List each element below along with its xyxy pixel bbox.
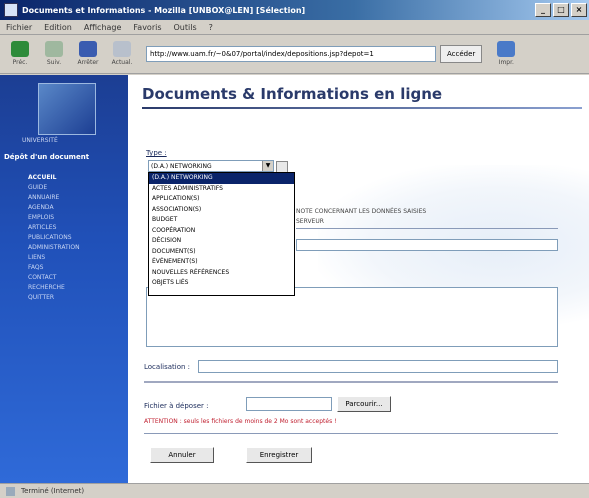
menu-item-favorites[interactable]: Favoris [127, 23, 167, 32]
localisation-field[interactable] [198, 360, 558, 373]
dropdown-option[interactable]: DÉCISION [149, 236, 294, 247]
stop-button[interactable]: Arrêter [72, 37, 104, 71]
main-content: Documents & Informations en ligne Type :… [128, 75, 589, 483]
sidebar-item[interactable]: AGENDA [28, 203, 80, 213]
menu-item-help[interactable]: ? [203, 23, 219, 32]
page-title: Documents & Informations en ligne [142, 85, 443, 103]
forward-arrow-icon [45, 41, 63, 57]
dropdown-option[interactable]: DOCUMENT(S) [149, 247, 294, 258]
divider [296, 228, 558, 229]
sidebar-item[interactable]: ACCUEIL [28, 173, 80, 183]
back-label: Préc. [12, 59, 28, 66]
browser-icon [4, 3, 18, 17]
dropdown-option[interactable]: COOPÉRATION [149, 226, 294, 237]
refresh-icon [113, 41, 131, 57]
status-bar: Terminé (Internet) [0, 483, 589, 498]
description-textarea[interactable] [146, 287, 558, 347]
address-bar[interactable]: http://www.uam.fr/~0&07/portal/index/dep… [146, 45, 436, 62]
window-title: Documents et Informations - Mozilla [UNB… [22, 5, 306, 15]
sidebar-item[interactable]: LIENS [28, 253, 80, 263]
sidebar: UNIVERSITÉ Dépôt d'un document ACCUEIL G… [0, 75, 128, 483]
dropdown-option[interactable]: NOUVELLES RÉFÉRENCES [149, 268, 294, 279]
divider [144, 433, 558, 434]
menu-item-view[interactable]: Affichage [78, 23, 128, 32]
menu-item-edit[interactable]: Edition [38, 23, 78, 32]
toolbar: Préc. Suiv. Arrêter Actual. http://www.u… [0, 34, 589, 74]
sidebar-item[interactable]: RECHERCHE [28, 283, 80, 293]
localisation-label: Localisation : [144, 363, 191, 371]
site-logo [38, 83, 96, 135]
sidebar-item[interactable]: PUBLICATIONS [28, 233, 80, 243]
refresh-label: Actual. [111, 59, 133, 66]
sidebar-item[interactable]: EMPLOIS [28, 213, 80, 223]
minimize-button[interactable]: _ [535, 3, 551, 17]
title-bar: Documents et Informations - Mozilla [UNB… [0, 0, 589, 20]
close-button[interactable]: × [571, 3, 587, 17]
refresh-button[interactable]: Actual. [106, 37, 138, 71]
sidebar-item[interactable]: CONTACT [28, 273, 80, 283]
dropdown-option[interactable]: ASSOCIATION(S) [149, 205, 294, 216]
page-viewport: UNIVERSITÉ Dépôt d'un document ACCUEIL G… [0, 75, 589, 483]
dropdown-option[interactable]: OBJETS LIÉS [149, 278, 294, 289]
chevron-down-icon[interactable]: ▼ [262, 161, 273, 171]
type-dropdown-list[interactable]: (D.A.) NETWORKING ACTES ADMINISTRATIFS A… [148, 172, 295, 296]
menu-bar: Fichier Edition Affichage Favoris Outils… [0, 20, 589, 35]
file-label: Fichier à déposer : [144, 402, 209, 410]
go-button[interactable]: Accéder [440, 44, 483, 63]
sidebar-item[interactable]: FAQS [28, 263, 80, 273]
save-button[interactable]: Enregistrer [246, 447, 312, 463]
sidebar-item[interactable]: ANNUAIRE [28, 193, 80, 203]
type-select[interactable]: (D.A.) NETWORKING ▼ [148, 160, 274, 172]
type-select-value: (D.A.) NETWORKING [151, 163, 212, 170]
back-button[interactable]: Préc. [4, 37, 36, 71]
warning-text: ATTENTION : seuls les fichiers de moins … [144, 418, 337, 425]
divider [144, 381, 558, 383]
print-icon [497, 41, 516, 57]
file-path-field[interactable] [246, 397, 332, 411]
menu-item-file[interactable]: Fichier [0, 23, 38, 32]
server-text: SERVEUR [296, 218, 324, 225]
note-text: NOTE CONCERNANT LES DONNÉES SAISIES [296, 208, 427, 215]
sidebar-item[interactable]: ADMINISTRATION [28, 243, 80, 253]
browse-button[interactable]: Parcourir... [337, 396, 391, 412]
logo-caption: UNIVERSITÉ [22, 137, 58, 144]
dropdown-option[interactable]: APPLICATION(S) [149, 194, 294, 205]
sidebar-heading: Dépôt d'un document [4, 153, 90, 161]
page-status-icon [6, 486, 15, 496]
print-button[interactable]: Impr. [490, 37, 522, 71]
type-label: Type : [146, 149, 167, 157]
cancel-button[interactable]: Annuler [150, 447, 214, 463]
sidebar-item[interactable]: ARTICLES [28, 223, 80, 233]
forward-label: Suiv. [46, 59, 62, 66]
sidebar-menu: ACCUEIL GUIDE ANNUAIRE AGENDA EMPLOIS AR… [28, 173, 80, 303]
stop-label: Arrêter [77, 59, 99, 66]
maximize-button[interactable]: □ [553, 3, 569, 17]
status-text: Terminé (Internet) [21, 487, 85, 495]
sidebar-item[interactable]: QUITTER [28, 293, 80, 303]
dropdown-option[interactable]: BUDGET [149, 215, 294, 226]
stop-icon [79, 41, 97, 57]
title-divider [142, 107, 582, 109]
print-label: Impr. [498, 59, 514, 66]
dropdown-option[interactable]: ÉVÉNEMENT(S) [149, 257, 294, 268]
dropdown-option[interactable]: (D.A.) NETWORKING [149, 173, 294, 184]
title-field[interactable] [296, 239, 558, 251]
dropdown-option[interactable]: ACTES ADMINISTRATIFS [149, 184, 294, 195]
back-arrow-icon [11, 41, 29, 57]
menu-item-tools[interactable]: Outils [168, 23, 203, 32]
sidebar-item[interactable]: GUIDE [28, 183, 80, 193]
forward-button[interactable]: Suiv. [38, 37, 70, 71]
